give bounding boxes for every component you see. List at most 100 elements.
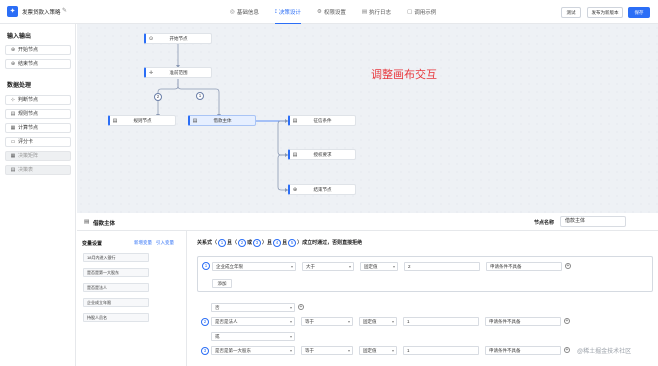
field-select[interactable]: 企业成立年限 ▾ bbox=[212, 262, 296, 271]
edge-priority-badge[interactable]: 2 bbox=[154, 93, 162, 101]
value-input[interactable]: 2 bbox=[404, 262, 480, 271]
publish-button[interactable]: 发布为新版本 bbox=[587, 7, 623, 18]
flow-canvas[interactable]: ⊙ 开始节点 ✛ 准前范围 2 1 ▤ 规则节点 ▤ 借款主体 ▤ 征信条件 ▤ 授权要求 … bbox=[77, 24, 658, 213]
flow-node-risk-condition[interactable]: ▤ 征信条件 bbox=[288, 115, 356, 126]
import-variable-link[interactable]: 引入变量 bbox=[156, 240, 174, 246]
field-select[interactable]: 是否是法人 ▾ bbox=[211, 317, 295, 326]
value-type-select[interactable]: 固定值 ▾ bbox=[359, 346, 397, 355]
add-condition-icon[interactable]: + bbox=[564, 318, 570, 324]
flow-node-end[interactable]: ⊕ 结束节点 bbox=[288, 184, 356, 195]
flow-node-loan-subject[interactable]: ▤ 借款主体 bbox=[188, 115, 256, 126]
info-icon: ◎ bbox=[230, 9, 235, 15]
flow-node-credit-requirement[interactable]: ▤ 授权要求 bbox=[288, 149, 356, 160]
reject-reason-input[interactable]: 申请条件不具备 bbox=[485, 317, 561, 326]
start-node-icon: ⊙ bbox=[148, 35, 154, 42]
condition-number: 2 bbox=[201, 318, 209, 326]
node-label: 结束节点 bbox=[313, 186, 332, 192]
rule-icon: ▤ bbox=[10, 111, 16, 117]
operator-select[interactable]: 等于 ▾ bbox=[301, 346, 353, 355]
palette-item-label: 计算节点 bbox=[18, 125, 39, 131]
condition-ref-5[interactable]: 5 bbox=[288, 239, 297, 247]
flow-node-rule[interactable]: ▤ 规则节点 bbox=[108, 115, 176, 126]
node-config-header: ▤ 借款主体 节点名称 借款主体 bbox=[77, 213, 658, 231]
palette-item-label: 判断节点 bbox=[18, 97, 39, 103]
select-value: 企业成立年限 bbox=[216, 264, 243, 269]
palette-end-node[interactable]: ⊕ 结束节点 bbox=[5, 59, 71, 69]
condition-group-1: 1 企业成立年限 ▾ 大于 ▾ 固定值 ▾ 2 申请条件不具备 + 添加 bbox=[197, 256, 653, 292]
palette-item-label: 评分卡 bbox=[18, 139, 34, 145]
matrix-icon: ▦ bbox=[10, 153, 16, 159]
gear-icon: ⚙ bbox=[316, 9, 322, 15]
tab-basic-info[interactable]: ◎ 基础信息 bbox=[222, 0, 267, 24]
add-condition-button[interactable]: 添加 bbox=[212, 279, 232, 288]
node-label: 借款主体 bbox=[213, 117, 232, 123]
reject-reason-input[interactable]: 申请条件不具备 bbox=[486, 262, 562, 271]
tab-label: 决策设计 bbox=[278, 10, 301, 16]
condition-ref-1[interactable]: 1 bbox=[218, 239, 227, 247]
add-condition-icon[interactable]: + bbox=[298, 304, 304, 310]
relation-op: 或 bbox=[247, 240, 253, 246]
edge-priority-badge[interactable]: 1 bbox=[196, 92, 204, 100]
chevron-down-icon: ▾ bbox=[289, 348, 292, 353]
app-title: 发票贷款入策略 bbox=[22, 10, 61, 16]
value-input[interactable]: 1 bbox=[403, 317, 479, 326]
palette-rule-node[interactable]: ▤ 规则节点 bbox=[5, 109, 71, 119]
tab-permissions[interactable]: ⚙ 权限设置 bbox=[309, 0, 354, 24]
select-value: 固定值 bbox=[363, 319, 377, 324]
logic-select[interactable]: 否 ▾ bbox=[211, 303, 295, 312]
relation-op: ）且 bbox=[262, 240, 273, 246]
new-variable-link[interactable]: 新增变量 bbox=[134, 240, 152, 246]
save-button[interactable]: 保存 bbox=[628, 7, 650, 18]
field-select[interactable]: 是否是第一大股东 ▾ bbox=[211, 346, 295, 355]
calculator-icon: ▦ bbox=[10, 125, 16, 131]
rule-icon: ▤ bbox=[292, 117, 298, 124]
palette-calc-node[interactable]: ▦ 计算节点 bbox=[5, 123, 71, 133]
condition-ref-4[interactable]: 4 bbox=[273, 239, 282, 247]
select-value: 否 bbox=[215, 305, 220, 310]
test-button[interactable]: 测试 bbox=[561, 7, 581, 18]
chevron-down-icon: ▾ bbox=[289, 334, 292, 339]
end-node-icon: ⊕ bbox=[10, 61, 16, 67]
tab-label: 基础信息 bbox=[236, 10, 259, 16]
palette-judge-node[interactable]: ⊹ 判断节点 bbox=[5, 95, 71, 105]
app-logo-icon: ✦ bbox=[7, 6, 18, 17]
rule-icon: ▤ bbox=[192, 117, 198, 124]
palette-item-label: 规则节点 bbox=[18, 111, 39, 117]
logic-select[interactable]: 或 ▾ bbox=[211, 332, 295, 341]
value-input[interactable]: 1 bbox=[403, 346, 479, 355]
palette-start-node[interactable]: ⊕ 开始节点 bbox=[5, 45, 71, 55]
select-value: 固定值 bbox=[364, 264, 378, 269]
variable-item[interactable]: 是否是法人 bbox=[83, 283, 149, 292]
rule-icon: ▤ bbox=[112, 117, 118, 124]
relation-prefix: 关系式（ bbox=[197, 240, 218, 246]
node-name-input[interactable]: 借款主体 bbox=[560, 216, 626, 227]
reject-reason-input[interactable]: 申请条件不具备 bbox=[485, 346, 561, 355]
value-type-select[interactable]: 固定值 ▾ bbox=[360, 262, 398, 271]
chevron-down-icon: ▾ bbox=[290, 264, 293, 269]
flow-node-judge[interactable]: ✛ 准前范围 bbox=[144, 67, 212, 78]
condition-ref-3[interactable]: 3 bbox=[253, 239, 262, 247]
relation-suffix: ）成立时通过，否则直接拒绝 bbox=[297, 240, 363, 246]
variable-item[interactable]: 18月内进入银行 bbox=[83, 253, 149, 262]
tab-call-example[interactable]: ▢ 调用示例 bbox=[399, 0, 444, 24]
variable-item[interactable]: 企业成立年限 bbox=[83, 298, 149, 307]
edit-icon[interactable]: ✎ bbox=[62, 7, 67, 14]
panel-title: 借款主体 bbox=[93, 221, 116, 227]
flow-node-start[interactable]: ⊙ 开始节点 bbox=[144, 33, 212, 44]
rule-icon: ▤ bbox=[84, 219, 90, 225]
relation-op: 且（ bbox=[227, 240, 238, 246]
add-condition-icon[interactable]: + bbox=[564, 347, 570, 353]
value-type-select[interactable]: 固定值 ▾ bbox=[359, 317, 397, 326]
palette-scorecard[interactable]: ▭ 评分卡 bbox=[5, 137, 71, 147]
operator-select[interactable]: 等于 ▾ bbox=[301, 317, 353, 326]
condition-ref-2[interactable]: 2 bbox=[238, 239, 247, 247]
variable-item[interactable]: 是否是第一大股东 bbox=[83, 268, 149, 277]
tab-label: 执行日志 bbox=[369, 10, 392, 16]
variable-item[interactable]: 持股人员名 bbox=[83, 313, 149, 322]
branch-icon: ✛ bbox=[148, 69, 154, 76]
chevron-down-icon: ▾ bbox=[347, 348, 350, 353]
add-condition-icon[interactable]: + bbox=[565, 263, 571, 269]
tab-decision-design[interactable]: ⟟ 决策设计 bbox=[267, 0, 309, 24]
operator-select[interactable]: 大于 ▾ bbox=[302, 262, 354, 271]
tab-exec-log[interactable]: ▤ 执行日志 bbox=[354, 0, 399, 24]
